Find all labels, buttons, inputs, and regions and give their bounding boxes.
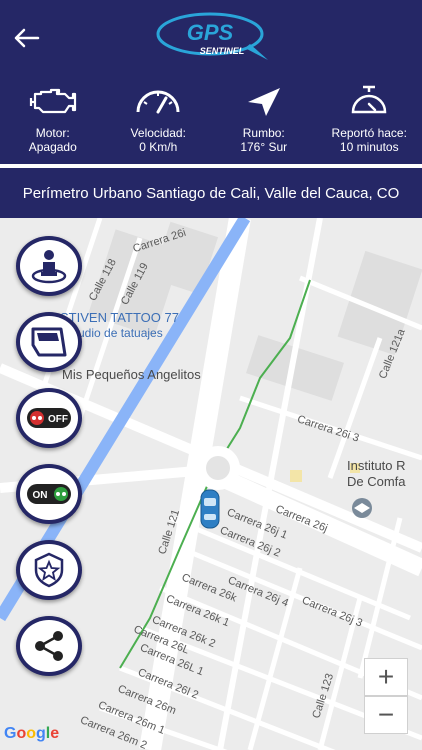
last-report-value: 10 minutos [339, 140, 399, 154]
gps-sentinel-logo: GPS SENTINEL [156, 12, 268, 60]
engine-status: Motor: Apagado [0, 72, 106, 164]
driver-button[interactable] [16, 236, 82, 296]
poi-label: De Comfa [347, 474, 406, 489]
engine-on-button[interactable]: ON [16, 464, 82, 524]
engine-off-button[interactable]: OFF [16, 388, 82, 448]
last-report-label: Reportó hace: [331, 126, 407, 140]
poi-label: STIVEN TATTOO 77 [60, 310, 179, 325]
share-button[interactable] [16, 616, 82, 676]
security-button[interactable] [16, 540, 82, 600]
poi-label: Instituto R [347, 458, 406, 473]
heading-arrow-icon [247, 88, 280, 116]
heading-status: Rumbo: 176° Sur [211, 72, 317, 164]
car-door-icon [31, 327, 67, 357]
app-header: GPS SENTINEL [0, 0, 422, 72]
off-switch-icon: OFF [27, 408, 71, 428]
svg-text:GPS: GPS [187, 20, 234, 45]
vehicle-marker-icon[interactable] [197, 488, 223, 530]
google-logo: Google [4, 725, 60, 742]
off-label: OFF [48, 414, 68, 425]
doors-button[interactable] [16, 312, 82, 372]
address-bar: Perímetro Urbano Santiago de Cali, Valle… [0, 168, 422, 218]
heading-value: 176° Sur [240, 140, 288, 154]
engine-value: Apagado [28, 140, 77, 154]
on-switch-icon: ON [27, 484, 71, 504]
speed-status: Velocidad: 0 Km/h [106, 72, 212, 164]
vehicle-status-bar: Motor: Apagado Velocidad: 0 Km/h Rumbo: … [0, 72, 422, 164]
back-arrow-icon[interactable] [8, 20, 44, 56]
engine-label: Motor: [35, 126, 70, 140]
on-label: ON [33, 490, 48, 501]
driver-icon [31, 250, 67, 284]
timer-icon [351, 85, 387, 114]
share-icon [35, 631, 63, 661]
poi-label: udio de tatuajes [78, 326, 163, 340]
shield-star-icon [34, 552, 64, 588]
map-view[interactable]: Carrera 26i Calle 118 Calle 119 Calle 12… [0, 218, 422, 750]
speedometer-icon [136, 90, 180, 114]
engine-icon [29, 88, 76, 114]
speed-label: Velocidad: [130, 126, 186, 140]
poi-label: Mis Pequeños Angelitos [62, 367, 201, 382]
zoom-out-button[interactable]: − [364, 696, 408, 734]
address-text: Perímetro Urbano Santiago de Cali, Valle… [22, 184, 400, 202]
speed-value: 0 Km/h [139, 140, 178, 154]
heading-label: Rumbo: [242, 126, 285, 140]
svg-text:SENTINEL: SENTINEL [200, 46, 245, 56]
zoom-in-button[interactable]: + [364, 658, 408, 696]
last-report-status: Reportó hace: 10 minutos [317, 72, 422, 164]
